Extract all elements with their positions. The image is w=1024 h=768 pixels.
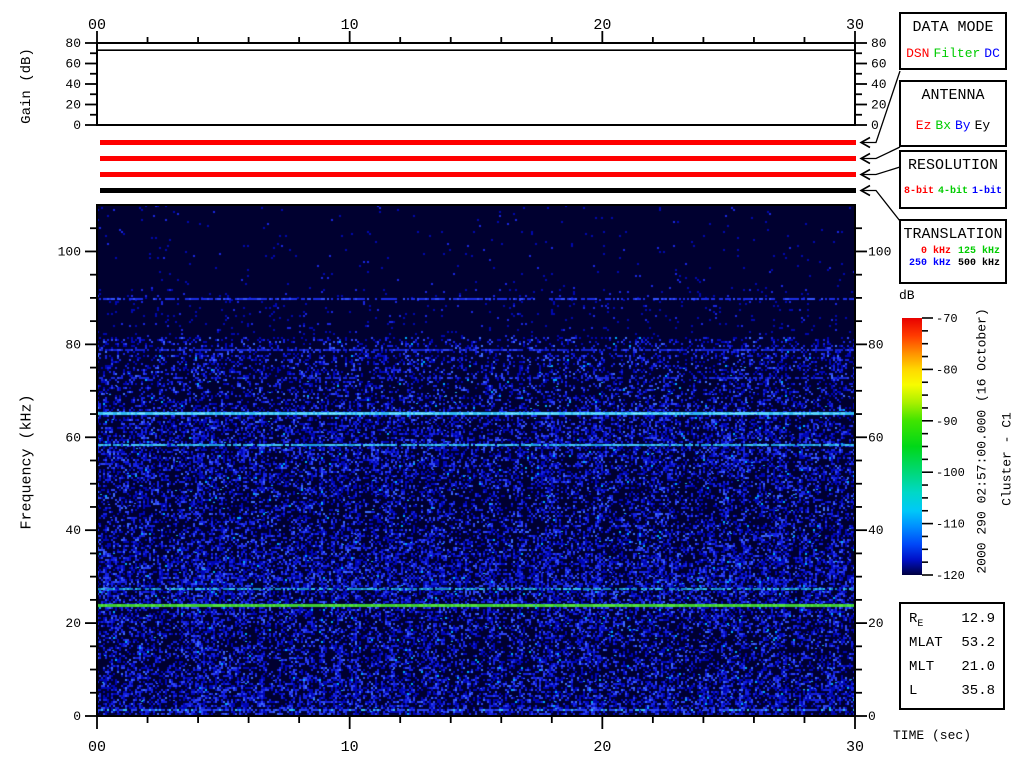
top-axis-tick-label: 10 (341, 17, 359, 34)
legend-title: RESOLUTION (907, 157, 998, 174)
legend-option: 125 kHz (957, 246, 1000, 257)
ephemeris-value: 53.2 (961, 635, 995, 652)
ephemeris-value: 21.0 (961, 659, 995, 676)
status-arrow-connector (861, 146, 901, 160)
legend-box-data-mode: DATA MODE DSN Filter DC (899, 12, 1007, 70)
gain-axis-tick-label: 0 (871, 118, 879, 133)
top-axis-tick-label: 00 (88, 17, 106, 34)
status-bar-translation (100, 188, 856, 193)
legend-option: 500 kHz (957, 258, 1000, 269)
status-bar-antenna (100, 156, 856, 161)
timestamp-annotation: 2000 290 02:57:00.000 (16 October) (974, 308, 990, 574)
ephemeris-row: MLT 21.0 (909, 659, 995, 678)
legend-option: Ez (915, 118, 932, 133)
legend-option: Bx (935, 118, 951, 133)
legend-title: DATA MODE (912, 19, 994, 36)
ephemeris-label: RE (909, 611, 924, 630)
legend-option: 8-bit (903, 186, 934, 197)
freq-axis-tick-label: 60 (65, 430, 81, 445)
status-bar-resolution (100, 172, 856, 177)
wbd-plot-window: 00 10 20 30 00 10 20 30 0 0 20 20 40 40 60 60 80 80 0 0 20 20… (0, 0, 1024, 768)
axes-overlay: 00 10 20 3000 10 20 300 020 2040 4060 6080 800 020 20… (58, 17, 965, 756)
legend-title: TRANSLATION (903, 226, 1003, 243)
freq-axis-tick-label: 20 (868, 616, 884, 631)
status-arrow-connector (861, 189, 901, 222)
legend-values: 8-bit 4-bit 1-bit (901, 186, 1005, 197)
colorbar-tick-label: -80 (936, 363, 958, 377)
gain-axis-tick-label: 20 (871, 98, 887, 113)
legend-option: DC (984, 46, 1000, 61)
ephemeris-row: L 35.8 (909, 683, 995, 702)
legend-box-translation: TRANSLATION 0 kHz 125 kHz 250 kHz 500 kHz (899, 219, 1007, 284)
ephemeris-label: L (909, 683, 918, 700)
colorbar-tick-label: -100 (936, 466, 965, 480)
colorbar-tick-label: -120 (936, 569, 965, 583)
freq-axis-tick-label: 100 (58, 244, 81, 259)
legend-box-resolution: RESOLUTION 8-bit 4-bit 1-bit (899, 150, 1007, 209)
freq-axis-tick-label: 80 (65, 337, 81, 352)
gain-axis-tick-label: 60 (65, 57, 81, 72)
gain-ylabel: Gain (dB) (19, 48, 35, 124)
gain-axis-tick-label: 80 (871, 36, 887, 51)
freq-axis-tick-label: 40 (65, 523, 81, 538)
ephemeris-row: MLAT 53.2 (909, 635, 995, 654)
bottom-axis-tick-label: 00 (88, 739, 106, 756)
top-axis-tick-label: 30 (846, 17, 864, 34)
time-axis-title: TIME (sec) (893, 728, 972, 743)
bottom-axis-tick-label: 30 (846, 739, 864, 756)
colorbar-units-label: dB (899, 288, 915, 303)
legend-option: Filter (933, 46, 981, 61)
bottom-axis-tick-label: 20 (593, 739, 611, 756)
freq-axis-tick-label: 20 (65, 616, 81, 631)
legend-option: By (955, 118, 971, 133)
freq-axis-tick-label: 0 (73, 709, 81, 724)
colorbar-tick-label: -110 (936, 518, 965, 532)
legend-values: 250 kHz 500 kHz (901, 258, 1005, 269)
ephemeris-table: RE 12.9 MLAT 53.2 MLT 21.0 L 35.8 (899, 602, 1005, 710)
legend-values: Ez Bx By Ey (901, 118, 1005, 133)
colorbar-tick-label: -70 (936, 312, 958, 326)
freq-axis-tick-label: 60 (868, 430, 884, 445)
legend-option: 4-bit (937, 186, 968, 197)
legend-option: DSN (906, 46, 930, 61)
legend-option: 1-bit (972, 186, 1003, 197)
gain-axis-tick-label: 40 (65, 77, 81, 92)
legend-option: 250 kHz (908, 258, 951, 269)
legend-option: 0 kHz (920, 246, 951, 257)
gain-axis-tick-label: 80 (65, 36, 81, 51)
ephemeris-row: RE 12.9 (909, 611, 995, 630)
gain-axis-tick-label: 40 (871, 77, 887, 92)
freq-axis-tick-label: 40 (868, 523, 884, 538)
ephemeris-value: 35.8 (961, 683, 995, 700)
bottom-axis-tick-label: 10 (341, 739, 359, 756)
legend-values: 0 kHz 125 kHz (901, 246, 1005, 257)
colorbar-tick-label: -90 (936, 415, 958, 429)
ephemeris-value: 12.9 (961, 611, 995, 627)
legend-box-antenna: ANTENNA Ez Bx By Ey (899, 80, 1007, 147)
spacecraft-annotation: Cluster - C1 (999, 412, 1015, 506)
status-bar-data-mode (100, 140, 856, 145)
ephemeris-label: MLT (909, 659, 935, 676)
ephemeris-label: MLAT (909, 635, 943, 652)
legend-title: ANTENNA (921, 87, 985, 104)
freq-axis-tick-label: 100 (868, 244, 891, 259)
top-axis-tick-label: 20 (593, 17, 611, 34)
gain-axis-tick-label: 60 (871, 57, 887, 72)
spectrogram-frame (96, 204, 856, 717)
gain-plot-frame (96, 42, 856, 126)
gain-axis-tick-label: 0 (73, 118, 81, 133)
legend-option: Ey (974, 118, 991, 133)
freq-axis-tick-label: 0 (868, 709, 876, 724)
gain-axis-tick-label: 20 (65, 98, 81, 113)
legend-values: DSN Filter DC (901, 46, 1005, 61)
freq-axis-tick-label: 80 (868, 337, 884, 352)
frequency-ylabel: Frequency (kHz) (18, 394, 36, 530)
